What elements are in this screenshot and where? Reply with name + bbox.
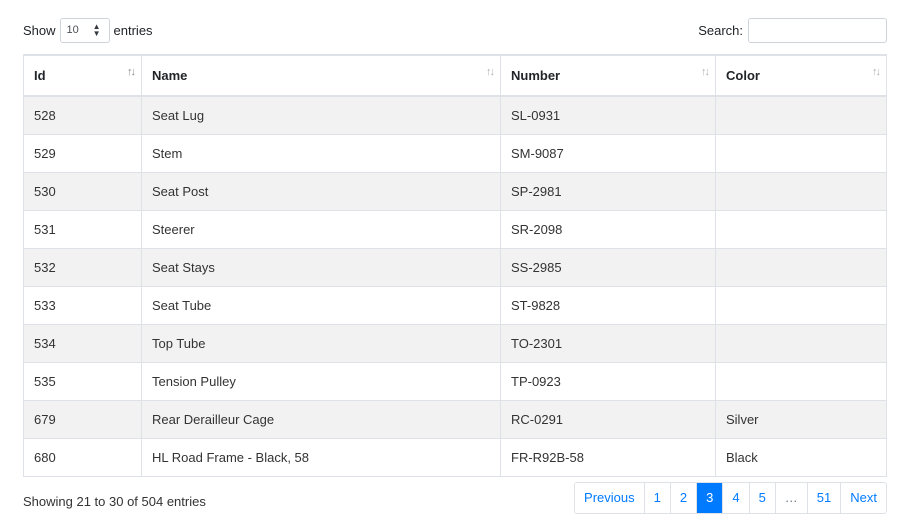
cell-color <box>715 247 887 287</box>
table-row: 535 Tension Pulley TP-0923 <box>23 361 887 401</box>
pagination-page-3-current[interactable]: 3 <box>696 483 723 513</box>
sort-icon: ↑↓ <box>701 66 710 78</box>
column-header-name[interactable]: Name ↑↓ <box>141 54 501 97</box>
data-table: Id ↑↓ Name ↑↓ Number ↑↓ Color ↑↓ 528 Sea… <box>23 54 887 477</box>
table-row: 680 HL Road Frame - Black, 58 FR-R92B-58… <box>23 437 887 477</box>
cell-id: 532 <box>23 247 142 287</box>
table-row: 528 Seat Lug SL-0931 <box>23 95 887 135</box>
pagination-page-1[interactable]: 1 <box>643 483 670 513</box>
cell-color <box>715 209 887 249</box>
cell-id: 535 <box>23 361 142 401</box>
pagination-page-51[interactable]: 51 <box>806 483 841 513</box>
pagination-ellipsis: … <box>774 483 807 513</box>
cell-id: 528 <box>23 95 142 135</box>
table-info: Showing 21 to 30 of 504 entries <box>23 494 206 509</box>
pagination: Previous 1 2 3 4 5 … 51 Next <box>574 482 887 514</box>
cell-number: SR-2098 <box>500 209 716 249</box>
cell-id: 680 <box>23 437 142 477</box>
cell-number: SP-2981 <box>500 171 716 211</box>
cell-id: 533 <box>23 285 142 325</box>
page-length-select-wrapper: 10 ▲ ▼ <box>59 17 110 43</box>
cell-color <box>715 95 887 135</box>
cell-number: SM-9087 <box>500 133 716 173</box>
search-input[interactable] <box>748 17 887 43</box>
cell-color <box>715 133 887 173</box>
cell-number: ST-9828 <box>500 285 716 325</box>
table-row: 532 Seat Stays SS-2985 <box>23 247 887 287</box>
cell-name: Seat Stays <box>141 247 501 287</box>
table-header-row: Id ↑↓ Name ↑↓ Number ↑↓ Color ↑↓ <box>23 54 887 97</box>
cell-color <box>715 361 887 401</box>
cell-name: Top Tube <box>141 323 501 363</box>
pagination-page-4[interactable]: 4 <box>722 483 749 513</box>
table-row: 533 Seat Tube ST-9828 <box>23 285 887 325</box>
cell-name: Stem <box>141 133 501 173</box>
cell-id: 679 <box>23 399 142 439</box>
table-row: 529 Stem SM-9087 <box>23 133 887 173</box>
cell-number: FR-R92B-58 <box>500 437 716 477</box>
cell-name: Rear Derailleur Cage <box>141 399 501 439</box>
cell-id: 529 <box>23 133 142 173</box>
search-control: Search: <box>698 17 887 43</box>
cell-name: Seat Post <box>141 171 501 211</box>
pagination-next-button[interactable]: Next <box>840 483 886 513</box>
cell-number: RC-0291 <box>500 399 716 439</box>
cell-id: 530 <box>23 171 142 211</box>
sort-icon: ↑↓ <box>486 66 495 78</box>
column-header-number[interactable]: Number ↑↓ <box>500 54 716 97</box>
cell-name: Steerer <box>141 209 501 249</box>
cell-name: Tension Pulley <box>141 361 501 401</box>
column-header-label: Name <box>152 68 188 83</box>
column-header-color[interactable]: Color ↑↓ <box>715 54 887 97</box>
cell-id: 534 <box>23 323 142 363</box>
table-row: 530 Seat Post SP-2981 <box>23 171 887 211</box>
length-suffix-label: entries <box>113 22 153 38</box>
table-row: 531 Steerer SR-2098 <box>23 209 887 249</box>
sort-icon: ↑↓ <box>872 66 881 78</box>
table-controls: Show 10 ▲ ▼ entries Search: <box>23 17 887 43</box>
cell-color <box>715 323 887 363</box>
cell-number: SL-0931 <box>500 95 716 135</box>
table-row: 679 Rear Derailleur Cage RC-0291 Silver <box>23 399 887 439</box>
length-control: Show 10 ▲ ▼ entries <box>23 17 153 43</box>
length-prefix-label: Show <box>23 22 56 38</box>
pagination-page-5[interactable]: 5 <box>748 483 775 513</box>
cell-name: Seat Tube <box>141 285 501 325</box>
cell-color <box>715 285 887 325</box>
pagination-previous-button[interactable]: Previous <box>575 483 644 513</box>
cell-color: Silver <box>715 399 887 439</box>
column-header-label: Id <box>34 68 46 83</box>
cell-color <box>715 171 887 211</box>
cell-name: Seat Lug <box>141 95 501 135</box>
column-header-id[interactable]: Id ↑↓ <box>23 54 142 97</box>
column-header-label: Number <box>511 68 561 83</box>
page-length-select[interactable]: 10 <box>59 17 110 43</box>
cell-number: TO-2301 <box>500 323 716 363</box>
pagination-page-2[interactable]: 2 <box>669 483 697 513</box>
sort-icon: ↑↓ <box>127 66 136 78</box>
cell-number: SS-2985 <box>500 247 716 287</box>
column-header-label: Color <box>726 68 760 83</box>
cell-color: Black <box>715 437 887 477</box>
cell-id: 531 <box>23 209 142 249</box>
search-label: Search: <box>698 22 743 38</box>
table-row: 534 Top Tube TO-2301 <box>23 323 887 363</box>
cell-number: TP-0923 <box>500 361 716 401</box>
cell-name: HL Road Frame - Black, 58 <box>141 437 501 477</box>
